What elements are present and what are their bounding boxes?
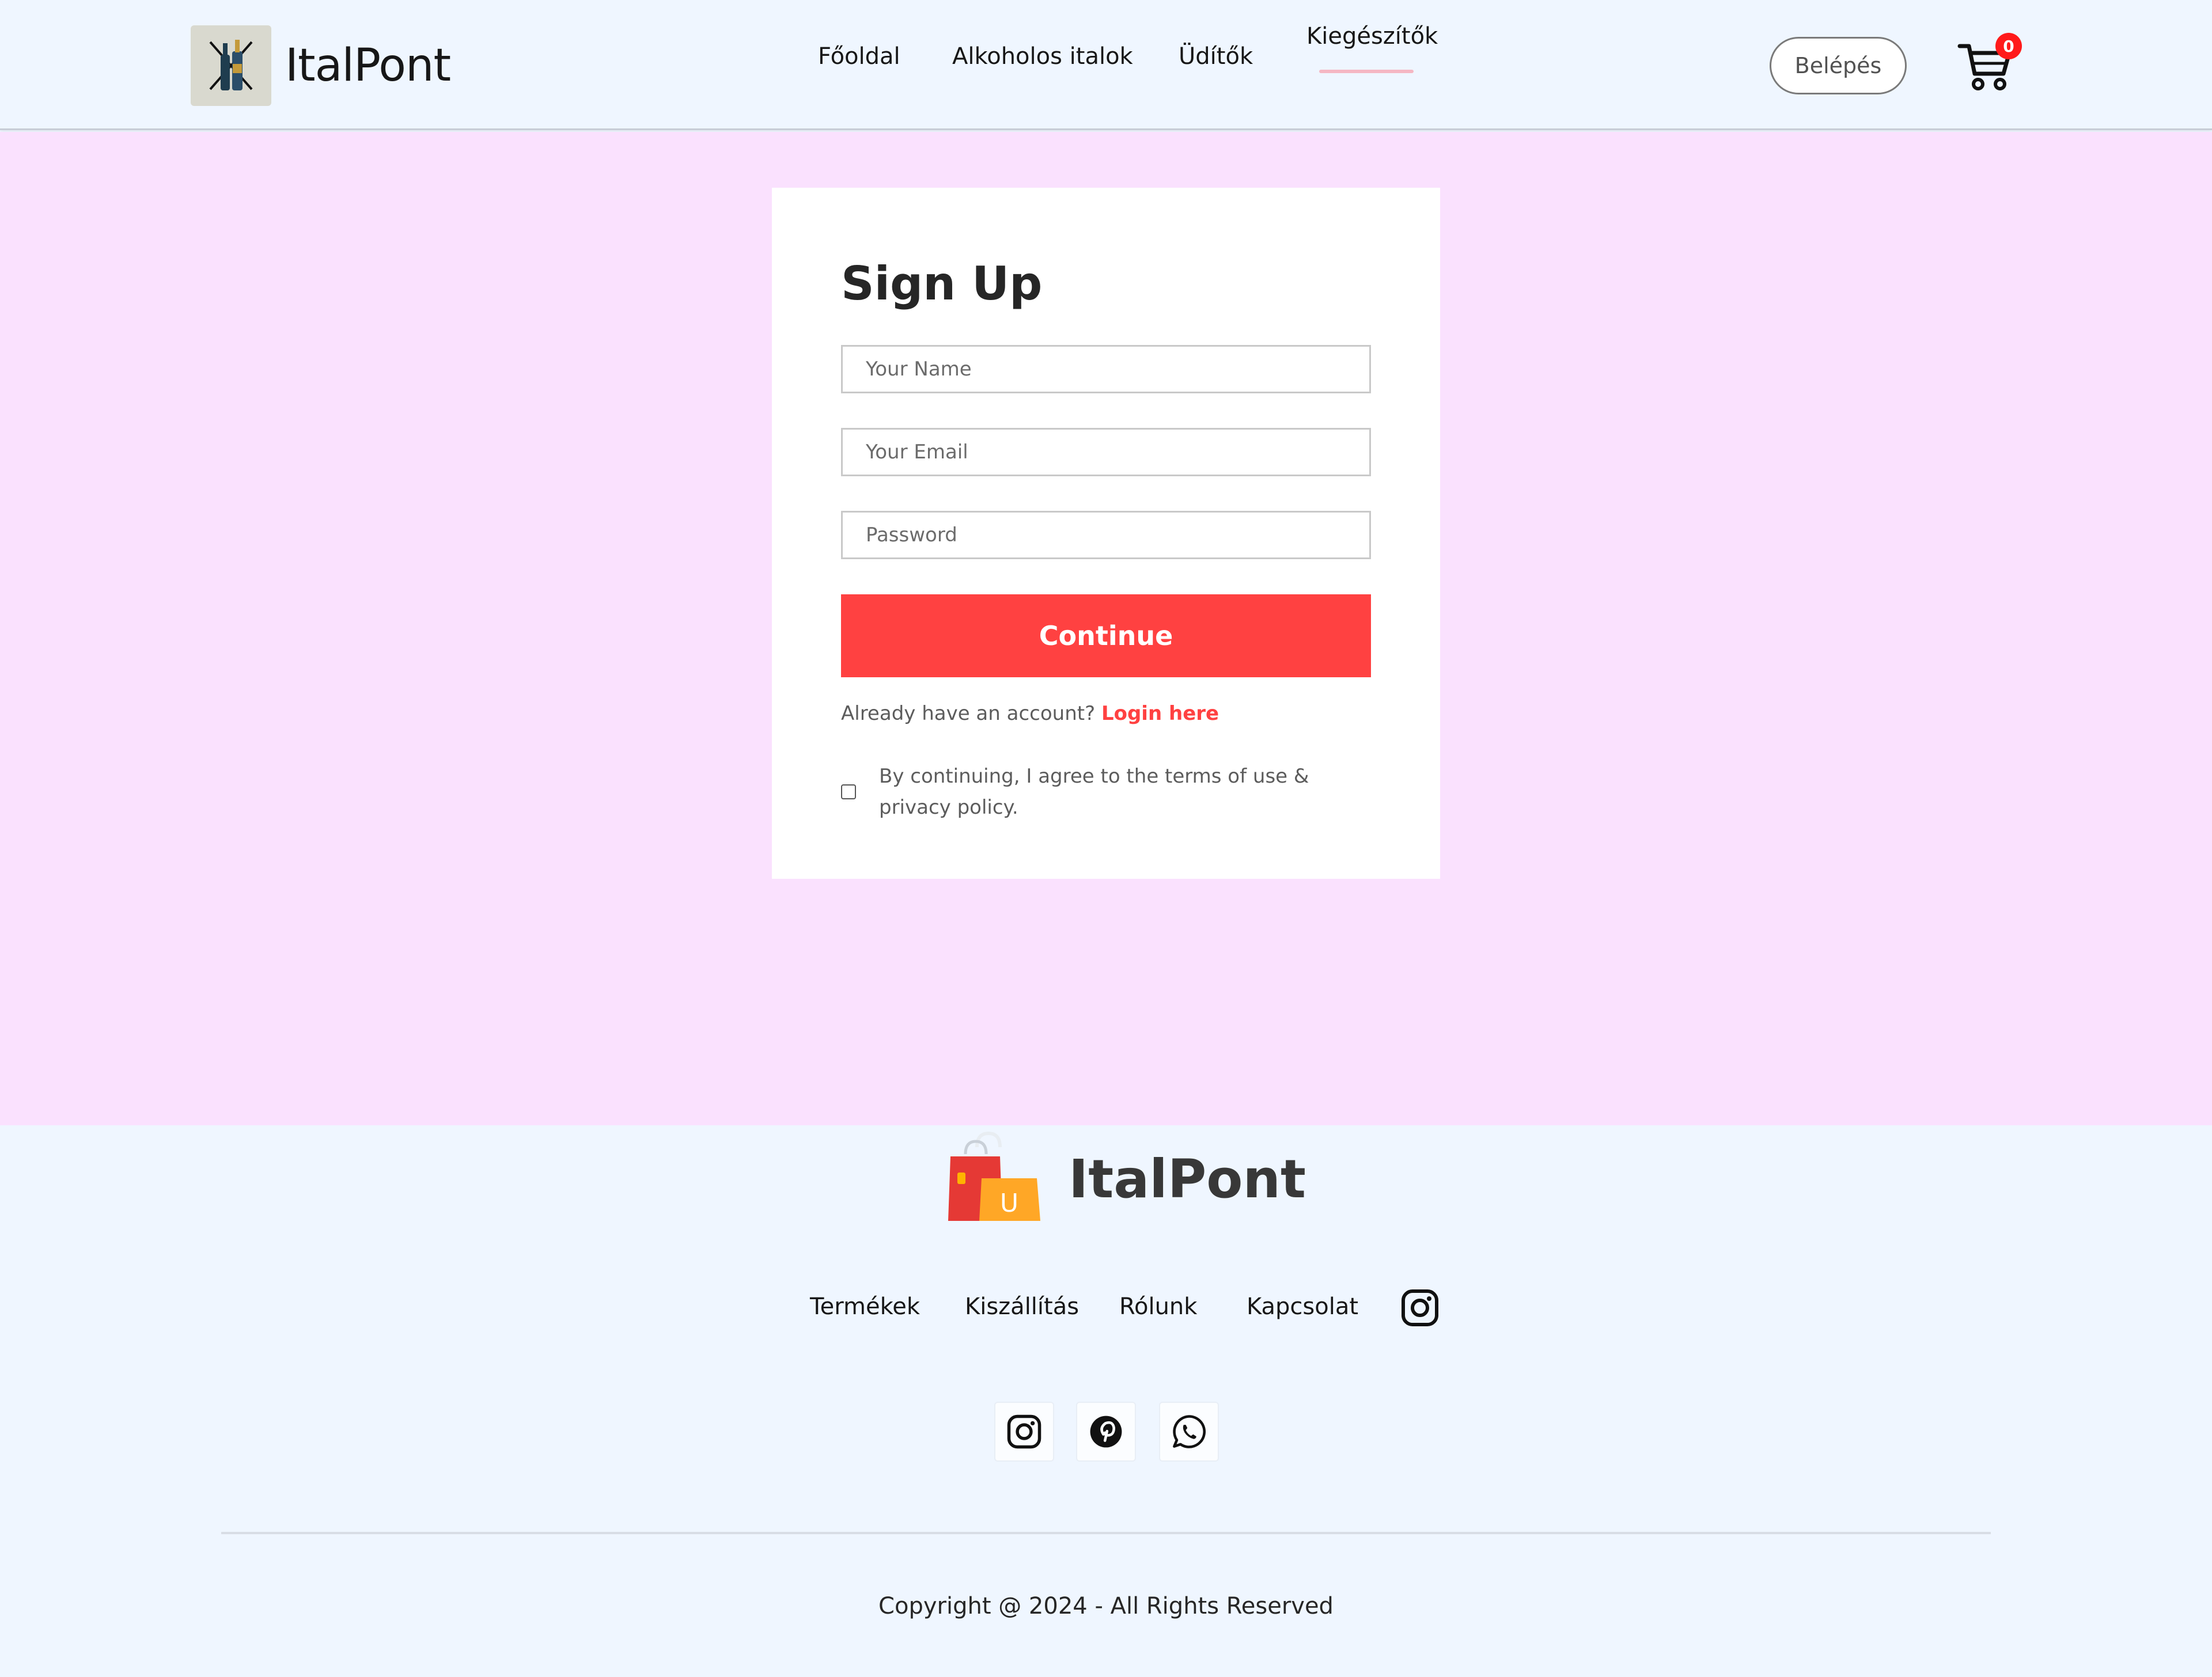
whatsapp-icon	[1173, 1415, 1206, 1448]
signup-section: Sign Up Continue Already have an account…	[0, 132, 2212, 1125]
signup-card: Sign Up Continue Already have an account…	[772, 188, 1440, 879]
copyright-text: Copyright @ 2024 - All Rights Reserved	[878, 1593, 1334, 1619]
password-field[interactable]	[841, 511, 1371, 559]
cart-count-badge: 0	[1995, 33, 2022, 59]
whatsapp-social-button[interactable]	[1159, 1402, 1219, 1462]
terms-text: By continuing, I agree to the terms of u…	[879, 765, 1309, 819]
login-button[interactable]: Belépés	[1770, 37, 1907, 94]
email-field[interactable]	[841, 428, 1371, 476]
footer-brand-name: ItalPont	[1069, 1148, 1306, 1210]
continue-button[interactable]: Continue	[841, 594, 1371, 677]
signup-title: Sign Up	[841, 257, 1043, 310]
footer-link-termekek[interactable]: Termékek	[810, 1293, 920, 1320]
shopping-bag-logo-icon: U	[945, 1129, 1043, 1229]
name-field[interactable]	[841, 345, 1371, 393]
navbar: ItalPont Főoldal Alkoholos italok Üdítők…	[0, 0, 2212, 130]
pinterest-icon	[1090, 1416, 1122, 1448]
login-prompt: Already have an account? Login here	[841, 702, 1219, 725]
instagram-icon[interactable]	[1400, 1288, 1440, 1328]
footer-nav: Termékek Kiszállítás Rólunk Kapcsolat	[0, 1288, 2212, 1334]
instagram-icon	[1007, 1414, 1041, 1449]
terms-checkbox[interactable]	[841, 784, 856, 799]
svg-text:U: U	[1000, 1189, 1018, 1218]
instagram-social-button[interactable]	[994, 1402, 1054, 1462]
footer-link-kapcsolat[interactable]: Kapcsolat	[1247, 1293, 1358, 1320]
page: ItalPont Főoldal Alkoholos italok Üdítők…	[0, 0, 2212, 1677]
footer-divider	[221, 1532, 1991, 1534]
nav-item-alkoholos-italok[interactable]: Alkoholos italok	[952, 43, 1133, 70]
terms-agreement: By continuing, I agree to the terms of u…	[841, 761, 1382, 823]
login-prompt-text: Already have an account?	[841, 702, 1096, 725]
nav-item-uditok[interactable]: Üdítők	[1179, 43, 1253, 70]
footer-link-rolunk[interactable]: Rólunk	[1119, 1293, 1197, 1320]
nav-item-fooldal[interactable]: Főoldal	[818, 43, 900, 70]
nav-item-kiegeszitok[interactable]: Kiegészítők	[1306, 23, 1438, 50]
pinterest-social-button[interactable]	[1076, 1402, 1136, 1462]
footer-link-kiszallitas[interactable]: Kiszállítás	[965, 1293, 1079, 1320]
active-nav-indicator	[1319, 70, 1414, 73]
login-link[interactable]: Login here	[1101, 702, 1219, 725]
footer: U ItalPont Termékek Kiszállítás Rólunk K…	[0, 1125, 2212, 1677]
footer-brand: U ItalPont	[945, 1130, 1306, 1228]
